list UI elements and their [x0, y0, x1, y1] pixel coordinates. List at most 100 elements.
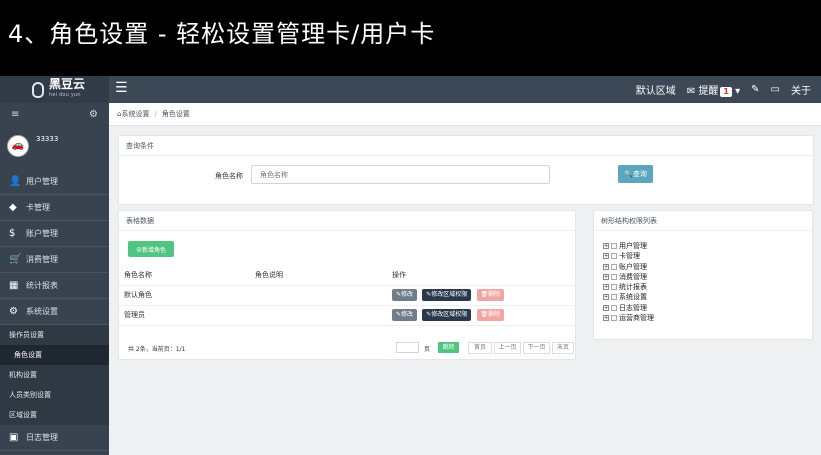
permission-tree-panel: 树形结构权限列表 + 用户管理 + 卡管理 + 账户管理 + 消费管理 + 统计报表 + 系… [593, 210, 813, 340]
plus-icon[interactable]: + [603, 284, 609, 291]
sidebar-item-label: 用户管理 [26, 177, 58, 186]
plus-icon[interactable]: + [603, 273, 609, 280]
query-panel: 查询条件 角色名称 🔍查询 [118, 135, 814, 205]
car-avatar-icon: 🚗 [7, 135, 29, 157]
last-page-button[interactable]: 末页 [552, 342, 574, 354]
about-link[interactable]: 关于 [791, 82, 811, 97]
plus-icon[interactable]: + [603, 243, 609, 249]
sidebar-item-account-management[interactable]: $ 账户管理 [0, 221, 109, 247]
sidebar-tools: ≡ ⚙ [0, 103, 109, 125]
permission-tree-title: 树形结构权限列表 [594, 211, 812, 231]
edit-region-permission-button[interactable]: ✎修改区域权限 [422, 309, 472, 321]
plus-icon[interactable]: + [603, 304, 609, 311]
jump-button[interactable]: 跳转 [438, 342, 459, 353]
top-actions: 默认区域 ✉ 提醒 1 ▾ ✎ ▭ 关于 [625, 76, 811, 103]
region-selector[interactable]: 默认区域 [636, 82, 676, 97]
column-role-name: 角色名称 [119, 265, 255, 286]
reminder-button[interactable]: ✉ 提醒 1 ▾ [687, 82, 740, 97]
checkbox[interactable] [611, 294, 617, 301]
search-button[interactable]: 🔍查询 [618, 165, 653, 183]
sidebar-item-label: 系统设置 [26, 307, 58, 316]
delete-role-button[interactable]: 🗑删除 [476, 309, 505, 321]
sidebar-item-label: 卡管理 [26, 203, 50, 212]
sidebar-item-consumption-management[interactable]: 🛒 消费管理 [0, 247, 109, 273]
checkbox[interactable] [611, 243, 617, 249]
sidebar-subitem-operator-settings[interactable]: 操作员设置 [0, 325, 109, 345]
sidebar-subitem-role-settings[interactable]: 角色设置 [0, 345, 109, 365]
checkbox[interactable] [611, 304, 617, 311]
row-actions: ✎修改 ✎修改区域权限 🗑删除 [392, 285, 577, 306]
menu-icon[interactable]: ☰ [115, 81, 129, 95]
sidebar-item-label: 统计报表 [26, 281, 58, 290]
tree-node-label: 用户管理 [619, 242, 647, 250]
sidebar-item-statistics-report[interactable]: ▦ 统计报表 [0, 273, 109, 299]
breadcrumb-system-settings[interactable]: 系统设置 [121, 109, 149, 119]
sidebar-item-label: 消费管理 [26, 255, 58, 264]
page-unit-label: 页 [424, 346, 431, 353]
column-role-description: 角色说明 [255, 265, 392, 286]
sidebar-item-system-settings[interactable]: ⚙ 系统设置 [0, 299, 109, 325]
next-page-button[interactable]: 下一页 [523, 342, 550, 354]
page-number-input[interactable] [396, 342, 419, 353]
user-name: 33333 [36, 135, 59, 143]
sidebar-subitem-region-settings[interactable]: 区域设置 [0, 405, 109, 425]
checkbox[interactable] [611, 315, 617, 322]
plus-icon[interactable]: + [603, 315, 609, 322]
pagination-info: 共 2条，当前页：1/1 [128, 346, 186, 353]
role-name-input[interactable] [251, 165, 550, 184]
pagination: 共 2条，当前页：1/1 页 跳转 首页 上一页 下一页 末页 [119, 339, 577, 357]
query-panel-title: 查询条件 [119, 136, 813, 156]
tree-node-user-management[interactable]: + 用户管理 [603, 241, 654, 251]
role-description-cell [255, 305, 392, 326]
row-actions: ✎修改 ✎修改区域权限 🗑删除 [392, 305, 577, 326]
tree-node-label: 日志管理 [619, 303, 647, 312]
tree-node-operator-management[interactable]: + 运营商管理 [603, 313, 654, 323]
plus-icon[interactable]: + [603, 263, 609, 270]
bean-logo-icon [32, 81, 44, 98]
sidebar-item-card-management[interactable]: ◆ 卡管理 [0, 195, 109, 221]
breadcrumb-current: 角色设置 [161, 110, 190, 118]
checkbox[interactable] [611, 273, 617, 280]
tree-node-label: 运营商管理 [619, 314, 654, 323]
breadcrumb: ⌂ 系统设置 / 角色设置 [109, 103, 821, 126]
monitor-icon[interactable]: ▭ [771, 84, 780, 95]
role-description-cell [255, 285, 392, 306]
logo[interactable]: 黑豆云 hei dou yun [0, 76, 109, 103]
plus-icon[interactable]: + [603, 253, 609, 260]
role-name-label: 角色名称 [215, 172, 243, 180]
checkbox[interactable] [611, 253, 617, 260]
role-name-cell: 默认角色 [119, 285, 255, 306]
slide-title: 4、角色设置 - 轻松设置管理卡/用户卡 [0, 0, 821, 76]
checkbox[interactable] [611, 263, 617, 270]
first-page-button[interactable]: 首页 [468, 342, 492, 354]
table-panel: 表格数据 ⊕新增角色 角色名称 角色说明 操作 默认角色 ✎修改 ✎修改区域权限… [118, 210, 577, 360]
table-row: 管理员 ✎修改 ✎修改区域权限 🗑删除 [119, 305, 577, 326]
sidebar-settings-icon[interactable]: ⚙ [89, 109, 98, 120]
table-header-row: 角色名称 角色说明 操作 [119, 265, 577, 286]
edit-role-button[interactable]: ✎修改 [392, 309, 418, 321]
checkbox[interactable] [611, 284, 617, 291]
tree-node-log-management[interactable]: + 日志管理 [603, 303, 654, 313]
sidebar-subitem-personnel-category-settings[interactable]: 人员类别设置 [0, 385, 109, 405]
previous-page-button[interactable]: 上一页 [494, 342, 521, 354]
sidebar-subitem-organization-settings[interactable]: 机构设置 [0, 365, 109, 385]
envelope-icon: ✉ [686, 86, 696, 97]
shopping-cart-icon: 🛒 [9, 254, 22, 265]
sidebar-item-log-management[interactable]: ▣ 日志管理 [0, 425, 109, 451]
tree-node-system-settings[interactable]: + 系统设置 [603, 292, 654, 302]
tree-node-statistics-report[interactable]: + 统计报表 [603, 282, 654, 292]
tree-node-card-management[interactable]: + 卡管理 [603, 251, 654, 261]
tree-node-consumption-management[interactable]: + 消费管理 [603, 272, 654, 282]
tree-node-account-management[interactable]: + 账户管理 [603, 262, 654, 272]
reminder-label: 提醒 [698, 86, 719, 97]
edit-icon[interactable]: ✎ [751, 84, 759, 95]
add-role-button[interactable]: ⊕新增角色 [128, 241, 174, 257]
edit-region-permission-button[interactable]: ✎修改区域权限 [422, 289, 472, 301]
roles-table: 角色名称 角色说明 操作 默认角色 ✎修改 ✎修改区域权限 🗑删除 管理员 ✎修… [119, 265, 577, 326]
edit-role-button[interactable]: ✎修改 [392, 289, 418, 301]
sidebar-toggle-icon[interactable]: ≡ [11, 109, 19, 120]
delete-role-button[interactable]: 🗑删除 [476, 289, 505, 301]
plus-icon[interactable]: + [603, 294, 609, 301]
sidebar-item-user-management[interactable]: 👤 用户管理 [0, 169, 109, 195]
log-icon: ▣ [9, 432, 19, 443]
